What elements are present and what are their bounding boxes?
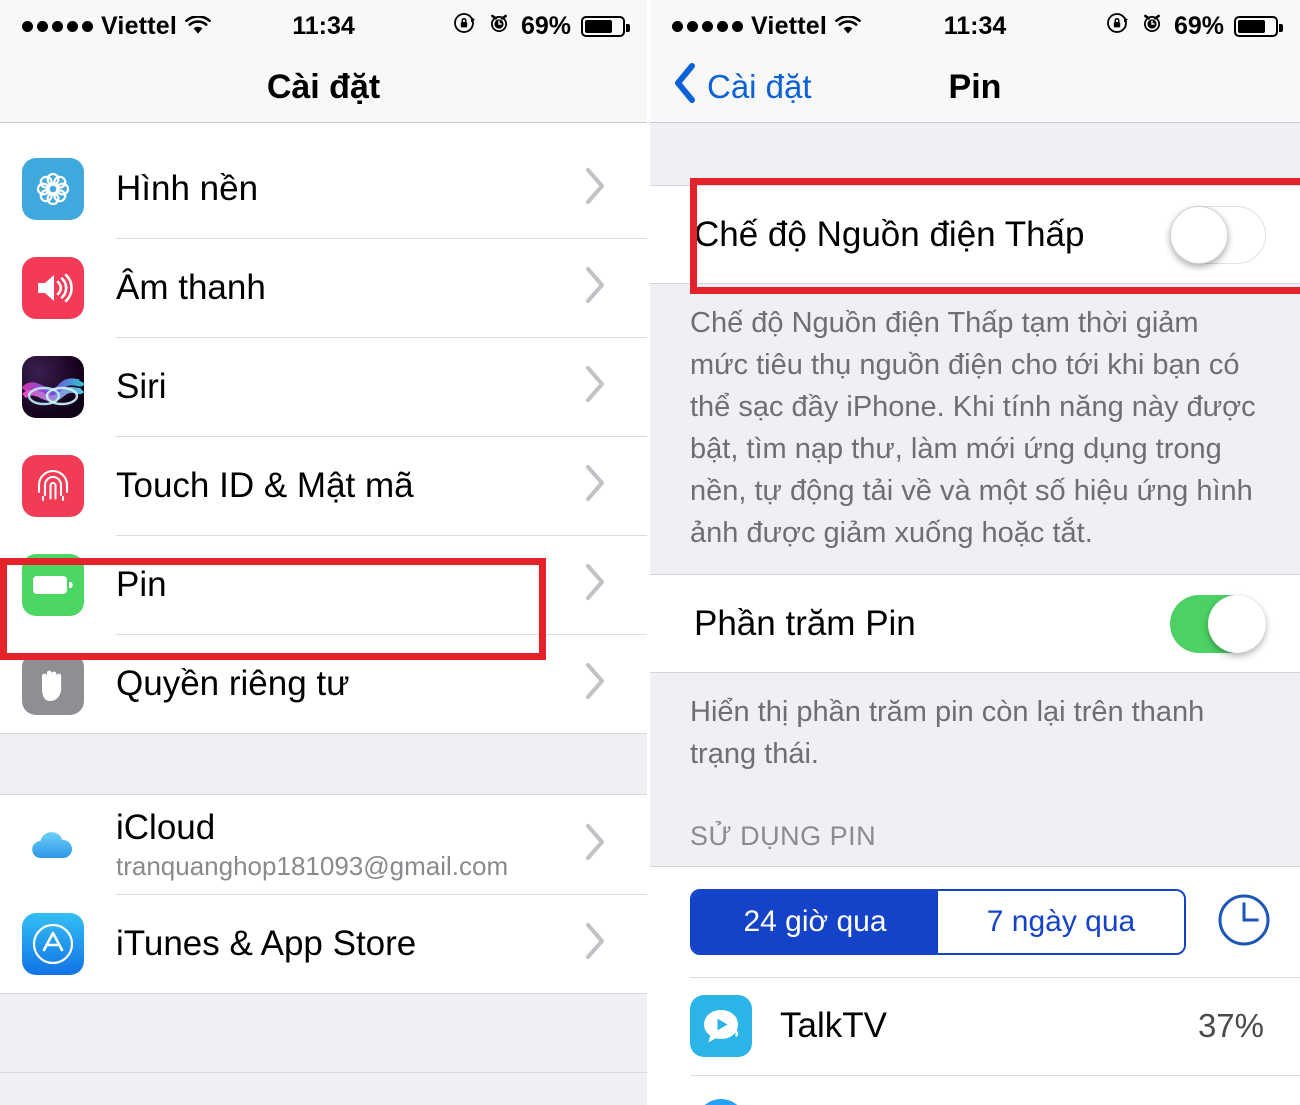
app-store-icon (22, 912, 84, 975)
chevron-right-icon (585, 464, 607, 507)
privacy-hand-icon (22, 652, 84, 715)
rotation-lock-icon (1106, 11, 1130, 42)
signal-strength-icon (672, 20, 743, 32)
settings-group-1: Màn hình & Độ sáng (0, 123, 647, 733)
battery-icon (581, 15, 630, 37)
sound-icon (22, 256, 84, 319)
messenger-icon (690, 1093, 752, 1105)
battery-settings-icon (22, 553, 84, 616)
settings-row-privacy[interactable]: Quyền riêng tư (0, 634, 647, 733)
status-bar-right: Viettel 11:34 69% (650, 0, 1300, 52)
low-power-mode-toggle[interactable] (1170, 205, 1266, 264)
signal-strength-icon (22, 20, 93, 32)
group-separator-1 (0, 733, 647, 795)
low-power-mode-label: Chế độ Nguồn điện Thấp (694, 214, 1085, 254)
nav-bar-left: Cài đặt (0, 52, 647, 123)
back-button-label: Cài đặt (707, 68, 812, 105)
settings-row-touch-id[interactable]: Touch ID & Mật mã (0, 436, 647, 535)
battery-percentage-toggle[interactable] (1170, 594, 1266, 653)
battery-usage-controls: 24 giờ qua 7 ngày qua (650, 866, 1300, 978)
segment-last-24-hours[interactable]: 24 giờ qua (692, 891, 938, 954)
dual-screenshot-container: Viettel 11:34 69% Cài đặt Hình nền Âm th… (0, 0, 1300, 1105)
settings-row-wallpaper[interactable]: Hình nền (0, 139, 647, 238)
chevron-right-icon (585, 823, 607, 866)
settings-row-siri[interactable]: Siri (0, 337, 647, 436)
alarm-clock-icon (1140, 11, 1164, 42)
chevron-right-icon (585, 662, 607, 705)
chevron-right-icon (585, 563, 607, 606)
battery-percent-label: 69% (1173, 11, 1224, 40)
alarm-clock-icon (487, 11, 511, 42)
carrier-name: Viettel (751, 11, 827, 40)
time-range-segmented-control[interactable]: 24 giờ qua 7 ngày qua (690, 889, 1186, 956)
battery-percent-label: 69% (520, 11, 571, 40)
touch-id-icon (22, 454, 84, 517)
settings-row-display-brightness[interactable]: Màn hình & Độ sáng (0, 123, 647, 139)
clock-icon[interactable] (1216, 892, 1272, 953)
wifi-icon (835, 16, 861, 36)
carrier-name: Viettel (101, 11, 177, 40)
low-power-mode-row[interactable]: Chế độ Nguồn điện Thấp (650, 185, 1300, 284)
page-title: Cài đặt (266, 67, 381, 106)
wifi-icon (185, 16, 211, 36)
siri-icon (22, 355, 84, 418)
settings-row-itunes-app-store[interactable]: iTunes & App Store (0, 894, 647, 993)
battery-icon (1234, 15, 1283, 37)
settings-row-label: Hình nền (116, 168, 259, 208)
settings-list[interactable]: Màn hình & Độ sáng (0, 123, 647, 1105)
chevron-left-icon (672, 62, 698, 112)
wallpaper-icon (22, 157, 84, 220)
status-bar-left-group: Viettel (22, 12, 211, 41)
status-bar-left-group: Viettel (672, 12, 861, 41)
low-power-mode-description: Chế độ Nguồn điện Thấp tạm thời giảm mức… (650, 284, 1300, 575)
chevron-right-icon (585, 365, 607, 408)
battery-usage-header: SỬ DỤNG PIN (650, 795, 1300, 867)
settings-group-2: iCloud tranquanghop181093@gmail.com iTun… (0, 795, 647, 993)
settings-row-label: Quyền riêng tư (116, 663, 350, 703)
battery-settings-list[interactable]: Chế độ Nguồn điện Thấp Chế độ Nguồn điện… (650, 123, 1300, 1105)
chevron-right-icon (585, 922, 607, 965)
settings-row-icloud[interactable]: iCloud tranquanghop181093@gmail.com (0, 795, 647, 894)
icloud-account-email: tranquanghop181093@gmail.com (116, 850, 509, 881)
battery-usage-item[interactable]: Messenger 21% (650, 1075, 1300, 1105)
battery-percentage-row[interactable]: Phần trăm Pin (650, 574, 1300, 674)
settings-row-label: Âm thanh (116, 267, 266, 307)
nav-bar-right: Cài đặt Pin (650, 52, 1300, 123)
battery-screen: Viettel 11:34 69% Cài đặt Pin Chế độ Ngu… (650, 0, 1300, 1105)
chevron-right-icon (585, 266, 607, 309)
talktv-icon (690, 995, 752, 1058)
battery-usage-app-name: TalkTV (780, 1006, 887, 1046)
settings-row-label: Siri (116, 366, 167, 406)
group-separator-2 (0, 993, 647, 1073)
battery-usage-item[interactable]: TalkTV 37% (650, 977, 1300, 1076)
icloud-icon (22, 813, 84, 876)
settings-row-sounds[interactable]: Âm thanh (0, 238, 647, 337)
settings-row-label: iCloud (116, 807, 216, 847)
chevron-right-icon (585, 167, 607, 210)
battery-percentage-description: Hiển thị phần trăm pin còn lại trên than… (650, 673, 1300, 796)
segment-last-7-days[interactable]: 7 ngày qua (938, 891, 1184, 954)
settings-row-label: Touch ID & Mật mã (116, 465, 414, 505)
status-bar-right-group: 69% (453, 11, 630, 42)
rotation-lock-icon (453, 11, 477, 42)
top-spacer (650, 123, 1300, 185)
battery-usage-app-percent: 37% (1197, 1007, 1264, 1045)
settings-row-battery[interactable]: Pin (0, 535, 647, 634)
settings-screen: Viettel 11:34 69% Cài đặt Hình nền Âm th… (0, 0, 650, 1105)
status-bar-left: Viettel 11:34 69% (0, 0, 647, 52)
battery-percentage-label: Phần trăm Pin (694, 603, 916, 643)
status-bar-right-group: 69% (1106, 11, 1283, 42)
settings-row-label: Pin (116, 564, 167, 604)
back-button[interactable]: Cài đặt (650, 62, 812, 112)
settings-row-label: iTunes & App Store (116, 923, 417, 963)
